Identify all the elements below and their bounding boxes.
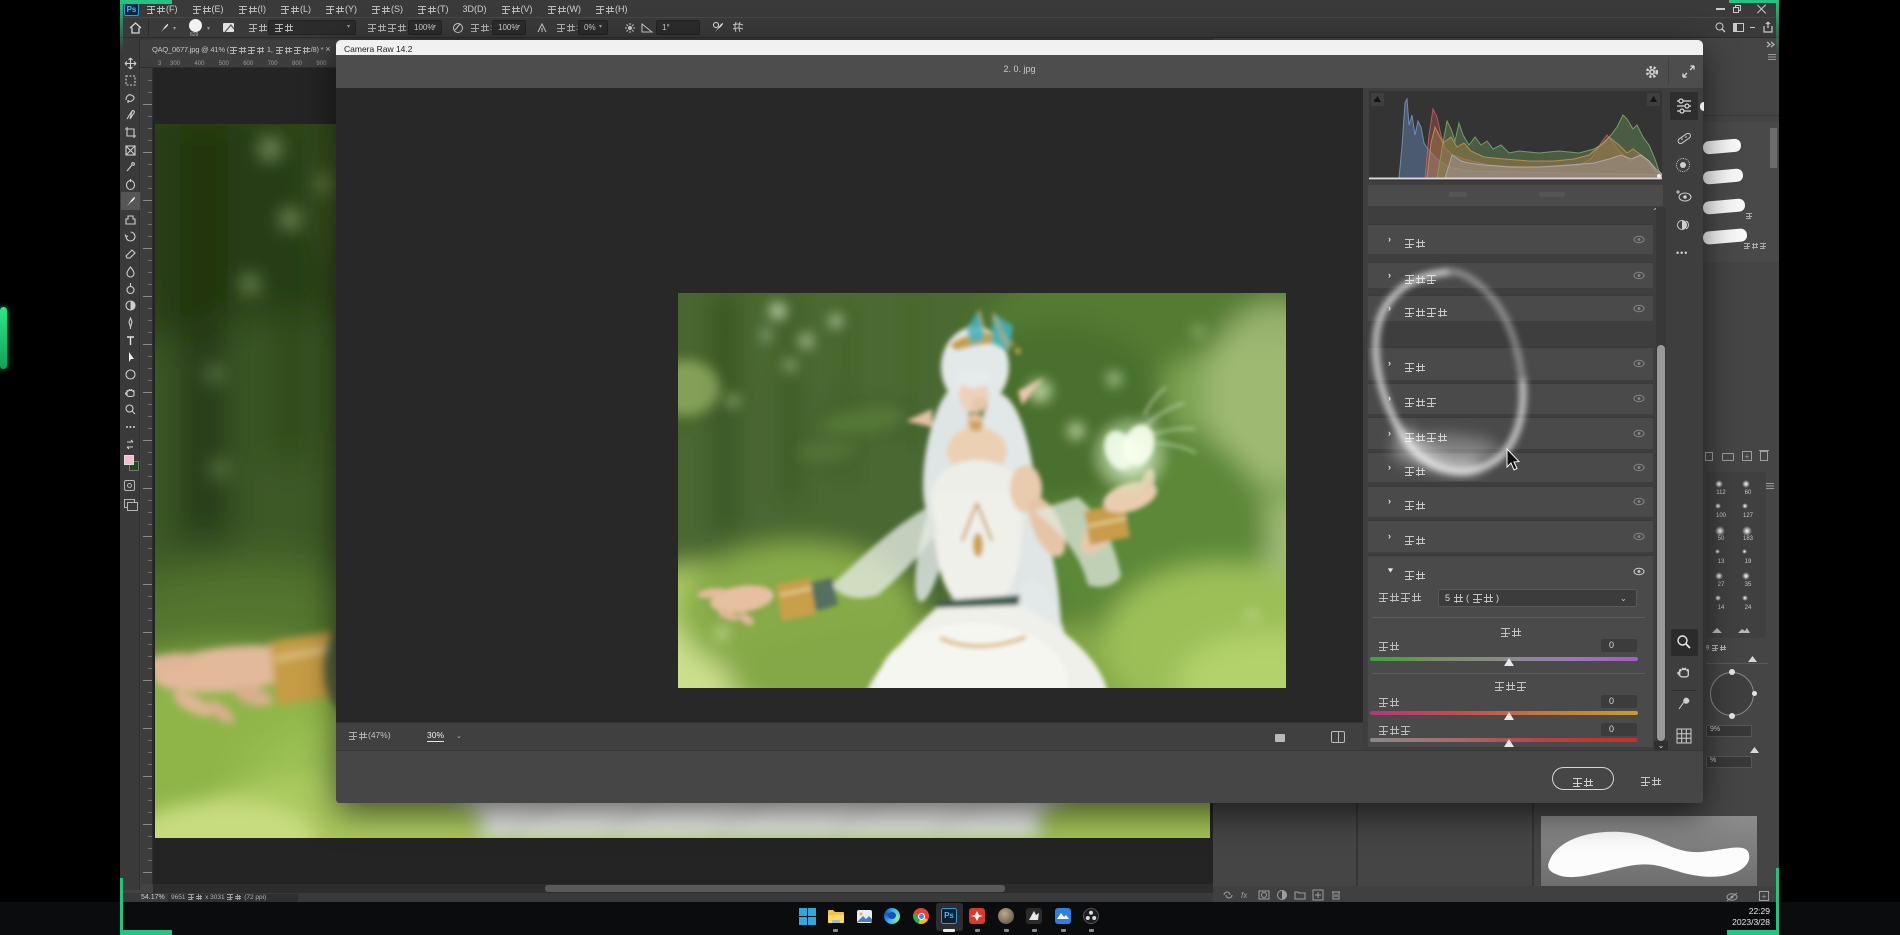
svg-text:fx: fx	[1241, 891, 1248, 900]
